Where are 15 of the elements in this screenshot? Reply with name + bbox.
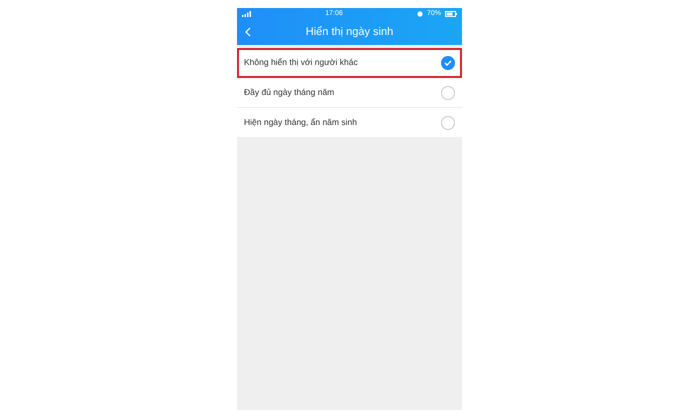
option-label: Hiện ngày tháng, ẩn năm sinh <box>244 116 357 129</box>
option-row[interactable]: Đầy đủ ngày tháng năm <box>237 78 462 108</box>
back-icon[interactable] <box>245 27 251 37</box>
alarm-icon <box>416 11 423 17</box>
check-icon <box>444 60 452 66</box>
battery-icon <box>444 11 457 17</box>
screen-title: Hiển thị ngày sinh <box>306 25 394 40</box>
option-row[interactable]: Không hiển thị với người khác <box>237 48 462 78</box>
option-label: Đầy đủ ngày tháng năm <box>244 86 334 99</box>
radio-unchecked[interactable] <box>441 86 455 100</box>
radio-checked[interactable] <box>441 56 455 70</box>
option-label: Không hiển thị với người khác <box>244 56 358 69</box>
radio-unchecked[interactable] <box>441 116 455 130</box>
signal-icon <box>242 11 251 17</box>
option-row[interactable]: Hiện ngày tháng, ẩn năm sinh <box>237 108 462 138</box>
